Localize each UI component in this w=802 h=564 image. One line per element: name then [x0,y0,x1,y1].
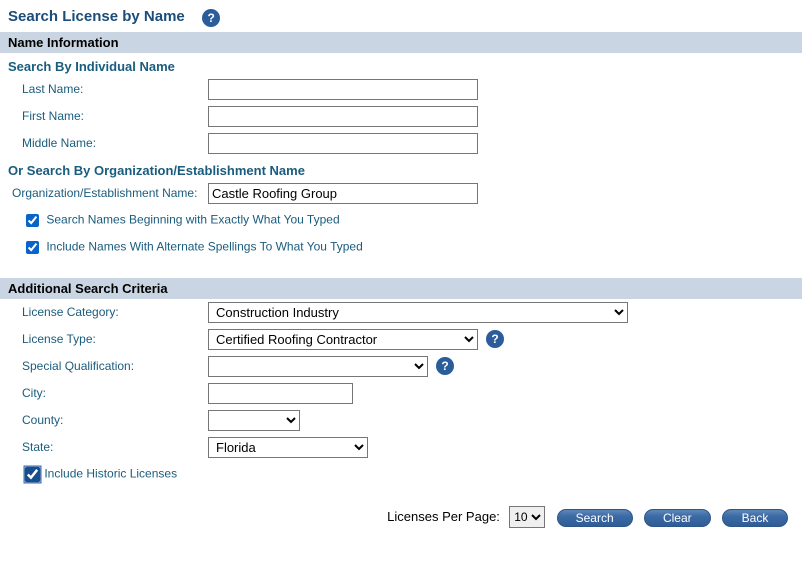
org-name-input[interactable] [208,183,478,204]
label-last-name: Last Name: [8,82,208,96]
label-special-qualification: Special Qualification: [8,359,208,373]
help-icon[interactable]: ? [486,330,504,348]
county-select[interactable] [208,410,300,431]
alt-spellings-checkbox[interactable] [26,241,39,254]
label-city: City: [8,386,208,400]
alt-spellings-label[interactable]: Include Names With Alternate Spellings T… [46,240,362,254]
middle-name-input[interactable] [208,133,478,154]
label-county: County: [8,413,208,427]
licenses-per-page-select[interactable]: 10 [509,506,545,528]
historic-licenses-label[interactable]: Include Historic Licenses [44,467,177,481]
label-license-category: License Category: [8,305,208,319]
section-name-information: Name Information [0,31,802,53]
label-first-name: First Name: [8,109,208,123]
city-input[interactable] [208,383,353,404]
first-name-input[interactable] [208,106,478,127]
label-org-name: Organization/Establishment Name: [8,186,208,200]
label-licenses-per-page: Licenses Per Page: [387,509,500,524]
heading-individual: Search By Individual Name [0,53,802,76]
state-select[interactable]: Florida [208,437,368,458]
help-icon[interactable]: ? [202,9,220,27]
clear-button[interactable]: Clear [644,509,711,527]
last-name-input[interactable] [208,79,478,100]
special-qualification-select[interactable] [208,356,428,377]
label-middle-name: Middle Name: [8,136,208,150]
label-state: State: [8,440,208,454]
help-icon[interactable]: ? [436,357,454,375]
page-title: Search License by Name [8,8,185,25]
exact-match-checkbox[interactable] [26,214,39,227]
license-category-select[interactable]: Construction Industry [208,302,628,323]
license-type-select[interactable]: Certified Roofing Contractor [208,329,478,350]
heading-organization: Or Search By Organization/Establishment … [0,157,802,180]
back-button[interactable]: Back [722,509,788,527]
section-additional-criteria: Additional Search Criteria [0,277,802,299]
search-button[interactable]: Search [557,509,633,527]
historic-licenses-checkbox[interactable] [25,467,41,483]
exact-match-label[interactable]: Search Names Beginning with Exactly What… [46,213,339,227]
label-license-type: License Type: [8,332,208,346]
